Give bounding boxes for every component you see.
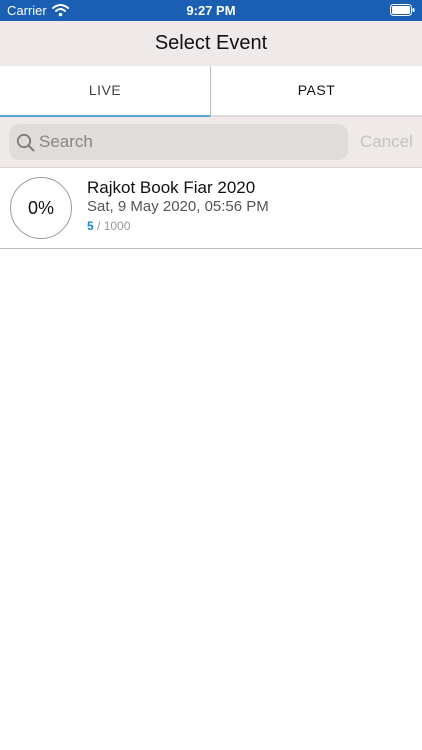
event-count: 5 / 1000 <box>87 219 130 233</box>
tab-live[interactable]: LIVE <box>0 66 210 117</box>
search-bar: Cancel <box>0 117 422 168</box>
select-event-screen: Carrier 9:27 PM Select Event LIVE PAST C… <box>0 0 422 750</box>
search-input[interactable] <box>39 124 339 160</box>
event-date: Sat, 9 May 2020, 05:56 PM <box>87 198 269 215</box>
cancel-button[interactable]: Cancel <box>360 131 413 153</box>
tab-past[interactable]: PAST <box>211 66 422 117</box>
page-title: Select Event <box>154 32 268 54</box>
event-count-total: / 1000 <box>93 219 131 233</box>
navigation-bar: Select Event <box>0 21 422 66</box>
event-list-item[interactable]: 0% Rajkot Book Fiar 2020 Sat, 9 May 2020… <box>0 168 422 249</box>
search-icon <box>16 133 35 152</box>
event-count-current: 5 <box>87 219 94 233</box>
status-time: 9:27 PM <box>186 3 236 18</box>
event-name: Rajkot Book Fiar 2020 <box>87 178 256 197</box>
event-progress-circle: 0% <box>10 177 72 239</box>
search-field[interactable] <box>9 124 348 160</box>
event-tabs: LIVE PAST <box>0 66 422 117</box>
status-bar: Carrier 9:27 PM <box>0 0 422 21</box>
battery-icon <box>390 4 415 16</box>
